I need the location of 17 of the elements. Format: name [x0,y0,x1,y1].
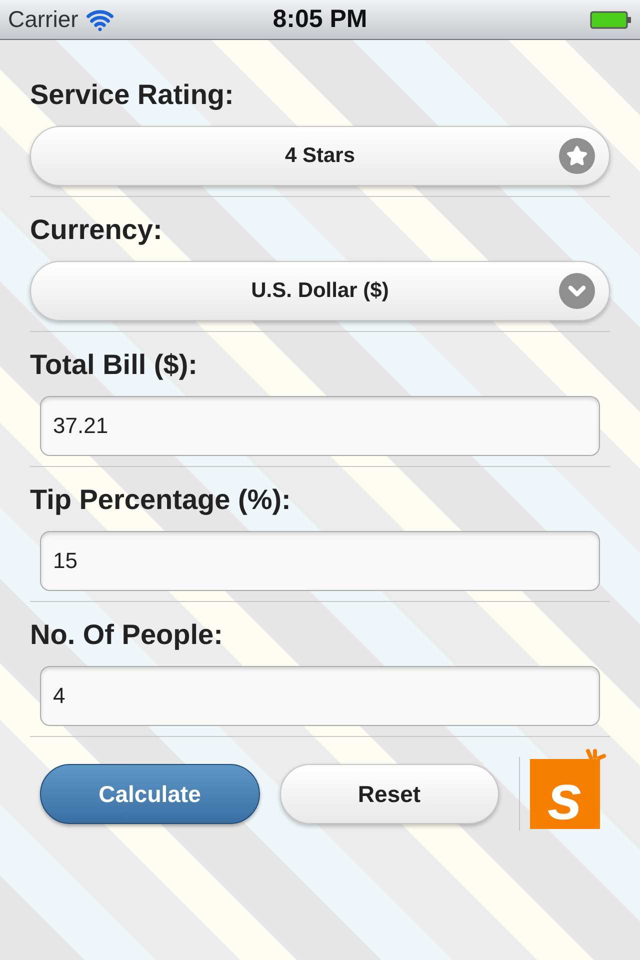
input-field[interactable]: 4 [40,666,600,726]
field-label: Total Bill ($): [30,348,198,382]
carrier-name: Carrier [8,5,78,34]
field-label: Tip Percentage (%): [30,483,292,517]
reset-button[interactable]: Reset [280,764,499,824]
calculate-button[interactable]: Calculate [40,764,260,824]
chevron-icon [559,273,595,309]
select-field[interactable]: 4 Stars [30,126,610,186]
field-label: Currency: [30,213,164,247]
input-field[interactable]: 37.21 [40,396,600,456]
field-label: Service Rating: [30,78,235,112]
field-label: No. Of People: [30,618,224,652]
select-field[interactable]: U.S. Dollar ($) [30,261,610,321]
input-field[interactable]: 15 [40,531,600,591]
sparks-icon [586,749,606,760]
battery-icon [590,10,632,30]
clock-time: 8:05 PM [272,4,368,35]
